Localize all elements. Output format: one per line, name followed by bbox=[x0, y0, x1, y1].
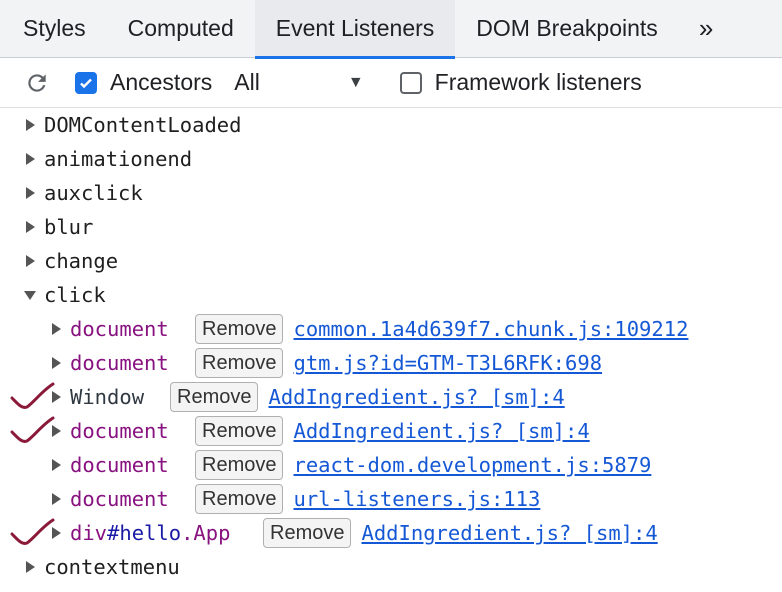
expand-arrow-icon[interactable] bbox=[52, 493, 61, 505]
node-id: #hello bbox=[107, 521, 182, 545]
panel-tab-bar: Styles Computed Event Listeners DOM Brea… bbox=[0, 0, 782, 59]
event-row-domcontentloaded[interactable]: DOMContentLoaded bbox=[26, 108, 782, 142]
listener-source-link[interactable]: gtm.js?id=GTM-T3L6RFK:698 bbox=[293, 346, 602, 380]
tab-event-listeners[interactable]: Event Listeners bbox=[254, 0, 456, 59]
listener-source-link[interactable]: AddIngredient.js? [sm]:4 bbox=[293, 414, 589, 448]
remove-listener-button[interactable]: Remove bbox=[195, 484, 284, 514]
listener-row[interactable]: document Remove gtm.js?id=GTM-T3L6RFK:69… bbox=[0, 346, 782, 380]
node-tag: div bbox=[70, 521, 108, 545]
tab-computed[interactable]: Computed bbox=[107, 0, 255, 58]
event-row-animationend[interactable]: animationend bbox=[26, 142, 782, 176]
remove-listener-button[interactable]: Remove bbox=[263, 518, 352, 548]
event-listener-tree: DOMContentLoaded animationend auxclick b… bbox=[0, 108, 782, 584]
listener-row[interactable]: document Remove common.1a4d639f7.chunk.j… bbox=[0, 312, 782, 346]
listener-node: document bbox=[70, 419, 169, 443]
listener-source-link[interactable]: common.1a4d639f7.chunk.js:109212 bbox=[293, 312, 688, 346]
listener-source-link[interactable]: AddIngredient.js? [sm]:4 bbox=[361, 516, 657, 550]
event-name: click bbox=[44, 283, 106, 307]
remove-listener-button[interactable]: Remove bbox=[195, 416, 284, 446]
expand-arrow-icon[interactable] bbox=[52, 323, 61, 335]
event-row-contextmenu[interactable]: contextmenu bbox=[26, 550, 782, 584]
event-name: DOMContentLoaded bbox=[44, 113, 242, 137]
listener-row[interactable]: div#hello.App Remove AddIngredient.js? [… bbox=[0, 516, 782, 550]
listener-node: div#hello.App bbox=[70, 516, 243, 550]
handwritten-checkmark-icon bbox=[10, 382, 55, 409]
listener-node: document bbox=[70, 317, 169, 341]
chevron-down-icon: ▼ bbox=[347, 73, 364, 91]
more-tabs-button[interactable]: » bbox=[679, 0, 729, 58]
event-row-click[interactable]: click bbox=[24, 278, 782, 312]
remove-listener-button[interactable]: Remove bbox=[170, 382, 259, 412]
expand-arrow-icon[interactable] bbox=[52, 357, 61, 369]
listener-filter-select[interactable]: All ▼ bbox=[234, 69, 363, 96]
listener-source-link[interactable]: AddIngredient.js? [sm]:4 bbox=[268, 380, 564, 414]
handwritten-checkmark-icon bbox=[10, 416, 55, 443]
listener-node: Window bbox=[70, 385, 145, 409]
ancestors-label: Ancestors bbox=[110, 69, 213, 95]
ancestors-checkbox[interactable] bbox=[75, 71, 97, 94]
event-name: blur bbox=[44, 215, 94, 239]
node-class: .App bbox=[181, 521, 231, 545]
remove-listener-button[interactable]: Remove bbox=[195, 450, 284, 480]
expand-arrow-icon[interactable] bbox=[26, 153, 35, 165]
listener-source-link[interactable]: react-dom.development.js:5879 bbox=[293, 448, 651, 482]
event-name: contextmenu bbox=[44, 555, 180, 579]
event-name: auxclick bbox=[44, 181, 143, 205]
event-row-change[interactable]: change bbox=[26, 244, 782, 278]
refresh-icon[interactable] bbox=[24, 70, 50, 96]
listener-row[interactable]: Window Remove AddIngredient.js? [sm]:4 bbox=[0, 380, 782, 414]
tab-dom-breakpoints[interactable]: DOM Breakpoints bbox=[455, 0, 679, 58]
listener-node: document bbox=[70, 453, 169, 477]
listeners-toolbar: Ancestors All ▼ Framework listeners bbox=[0, 58, 782, 108]
handwritten-checkmark-icon bbox=[10, 518, 55, 545]
expand-arrow-icon[interactable] bbox=[26, 255, 35, 267]
event-row-auxclick[interactable]: auxclick bbox=[26, 176, 782, 210]
listener-filter-value: All bbox=[234, 69, 260, 95]
listener-row[interactable]: document Remove url-listeners.js:113 bbox=[0, 482, 782, 516]
collapse-arrow-icon[interactable] bbox=[24, 290, 36, 300]
expand-arrow-icon[interactable] bbox=[26, 221, 35, 233]
listener-row[interactable]: document Remove react-dom.development.js… bbox=[0, 448, 782, 482]
remove-listener-button[interactable]: Remove bbox=[195, 314, 284, 344]
expand-arrow-icon[interactable] bbox=[26, 561, 35, 573]
event-name: animationend bbox=[44, 147, 193, 171]
remove-listener-button[interactable]: Remove bbox=[195, 348, 284, 378]
listener-node: document bbox=[70, 487, 169, 511]
framework-listeners-checkbox[interactable] bbox=[399, 71, 422, 94]
listener-node: document bbox=[70, 351, 169, 375]
expand-arrow-icon[interactable] bbox=[26, 187, 35, 199]
event-name: change bbox=[44, 249, 119, 273]
tab-styles[interactable]: Styles bbox=[0, 0, 107, 58]
expand-arrow-icon[interactable] bbox=[26, 119, 35, 131]
listener-source-link[interactable]: url-listeners.js:113 bbox=[293, 482, 540, 516]
listener-row[interactable]: document Remove AddIngredient.js? [sm]:4 bbox=[0, 414, 782, 448]
event-row-blur[interactable]: blur bbox=[26, 210, 782, 244]
framework-listeners-label: Framework listeners bbox=[434, 69, 642, 95]
expand-arrow-icon[interactable] bbox=[52, 459, 61, 471]
